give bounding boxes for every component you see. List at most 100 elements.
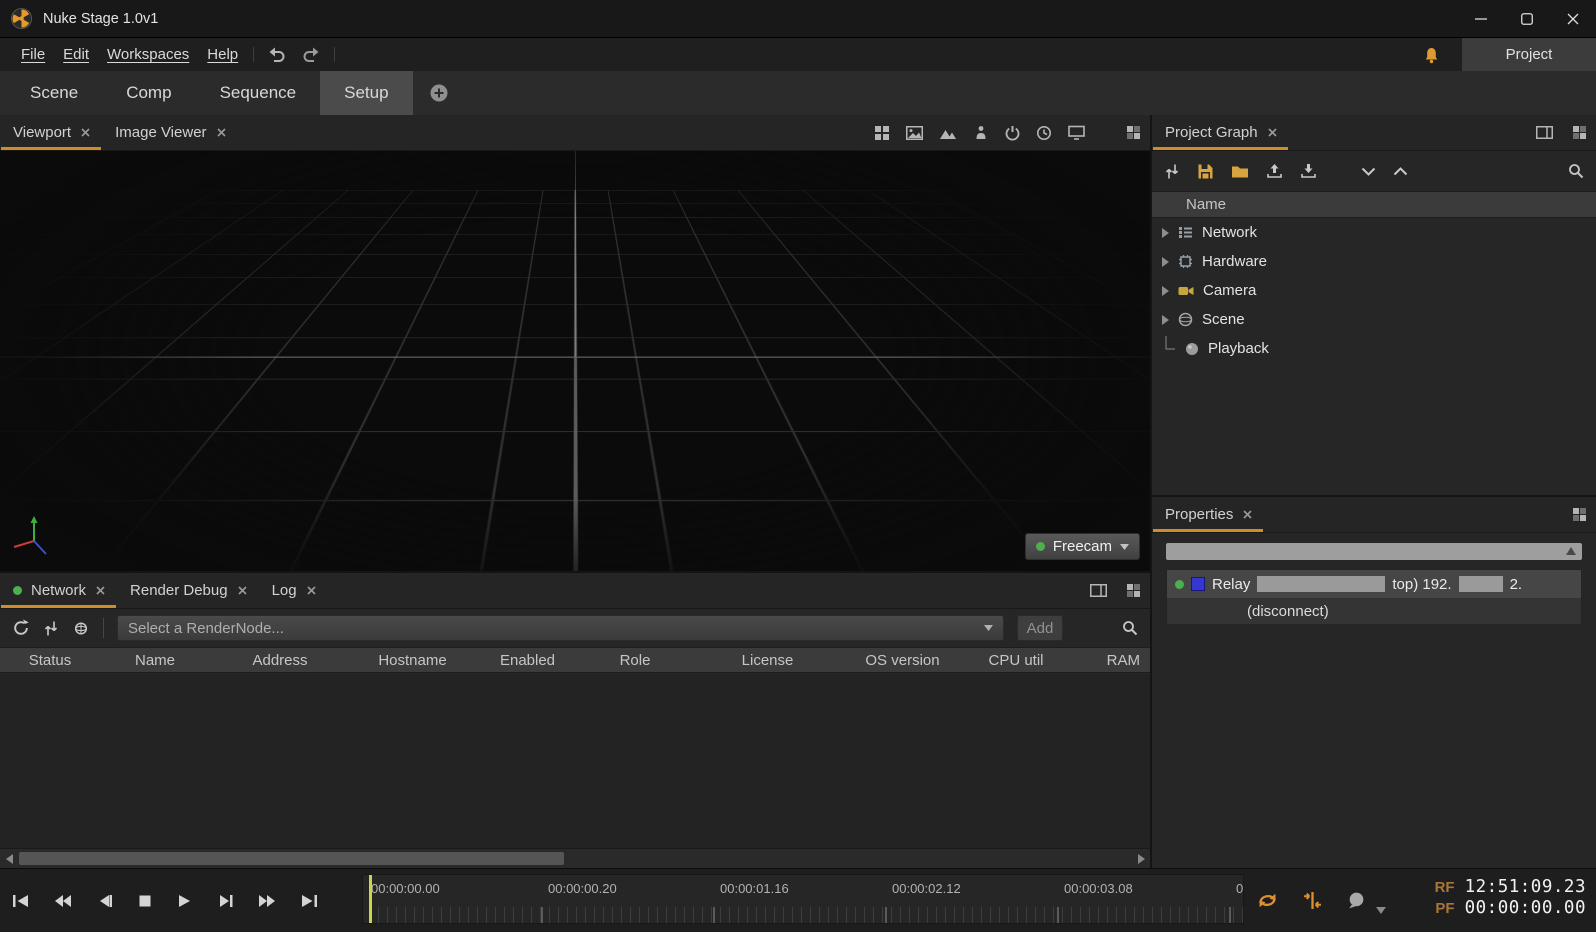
close-tab-icon[interactable]	[1267, 127, 1278, 138]
timeline-ruler[interactable]: 00:00:00.00 00:00:00.20 00:00:01.16 00:0…	[362, 874, 1244, 924]
camera-selector-dropdown[interactable]: Freecam	[1025, 533, 1140, 560]
menu-file[interactable]: File	[12, 46, 54, 63]
relay-header-row[interactable]: Relay top) 192. 2.	[1167, 570, 1581, 598]
environment-icon[interactable]	[939, 126, 957, 140]
column-header-ram[interactable]: RAM	[1072, 652, 1150, 669]
maximize-button[interactable]	[1504, 0, 1550, 37]
sync-loop-icon[interactable]	[1256, 891, 1279, 910]
power-icon[interactable]	[1005, 125, 1020, 141]
horizontal-scrollbar[interactable]	[0, 848, 1150, 868]
tree-row-hardware[interactable]: Hardware	[1152, 247, 1596, 276]
workspace-tab-setup[interactable]: Setup	[320, 71, 412, 115]
expander-icon[interactable]	[1162, 257, 1169, 267]
tab-image-viewer[interactable]: Image Viewer	[102, 115, 237, 150]
open-folder-icon[interactable]	[1231, 164, 1249, 179]
download-icon[interactable]	[1300, 163, 1317, 179]
column-header-hostname[interactable]: Hostname	[350, 652, 475, 669]
tab-network[interactable]: Network	[0, 573, 117, 608]
expander-icon[interactable]	[1162, 228, 1169, 238]
tab-log[interactable]: Log	[259, 573, 328, 608]
close-tab-icon[interactable]	[306, 585, 317, 596]
workspace-tab-comp[interactable]: Comp	[102, 71, 195, 115]
import-nodes-icon[interactable]	[43, 620, 59, 637]
go-to-start-button[interactable]	[12, 894, 30, 908]
search-icon[interactable]	[1122, 620, 1138, 636]
refresh-icon[interactable]	[12, 619, 30, 637]
playhead[interactable]	[369, 875, 372, 923]
panel-grid-icon[interactable]	[1127, 126, 1140, 139]
panel-grid-icon[interactable]	[1573, 126, 1586, 139]
image-icon[interactable]	[906, 126, 923, 140]
redo-button[interactable]	[294, 38, 328, 71]
relay-properties-item[interactable]: Relay top) 192. 2. (disconnect)	[1166, 569, 1582, 625]
align-playhead-icon[interactable]	[1303, 891, 1322, 910]
column-header-license[interactable]: License	[690, 652, 845, 669]
import-nodes-icon[interactable]	[1164, 163, 1180, 180]
scrollbar-thumb[interactable]	[19, 852, 564, 865]
expander-icon[interactable]	[1162, 286, 1169, 296]
tab-viewport[interactable]: Viewport	[0, 115, 102, 150]
tab-render-debug[interactable]: Render Debug	[117, 573, 259, 608]
collapse-down-icon[interactable]	[1361, 167, 1376, 176]
monitor-icon[interactable]	[1068, 125, 1085, 140]
panel-grid-icon[interactable]	[1127, 584, 1140, 597]
render-node-table-body[interactable]	[0, 674, 1150, 848]
collapse-up-icon[interactable]	[1393, 167, 1408, 176]
tree-row-scene[interactable]: Scene	[1152, 305, 1596, 334]
close-button[interactable]	[1550, 0, 1596, 37]
column-header-status[interactable]: Status	[0, 652, 100, 669]
column-header-cpu-util[interactable]: CPU util	[960, 652, 1072, 669]
layout-columns-icon[interactable]	[1536, 126, 1553, 139]
stop-button[interactable]	[138, 894, 152, 908]
tree-row-playback[interactable]: Playback	[1152, 334, 1596, 363]
search-icon[interactable]	[1568, 163, 1584, 179]
properties-scrollbar[interactable]	[1166, 543, 1582, 560]
menu-edit[interactable]: Edit	[54, 46, 98, 63]
scroll-right-button[interactable]	[1132, 849, 1150, 868]
go-to-end-button[interactable]	[300, 894, 318, 908]
add-workspace-button[interactable]	[413, 71, 465, 115]
workspace-tab-scene[interactable]: Scene	[6, 71, 102, 115]
scroll-left-button[interactable]	[0, 849, 18, 868]
column-header-enabled[interactable]: Enabled	[475, 652, 580, 669]
close-tab-icon[interactable]	[216, 127, 227, 138]
viewport-3d-canvas[interactable]: Freecam	[0, 151, 1150, 571]
play-button[interactable]	[176, 894, 192, 908]
layout-columns-icon[interactable]	[1090, 584, 1107, 597]
column-header-role[interactable]: Role	[580, 652, 690, 669]
menu-help[interactable]: Help	[198, 46, 247, 63]
expander-icon[interactable]	[1162, 315, 1169, 325]
close-tab-icon[interactable]	[237, 585, 248, 596]
column-header-address[interactable]: Address	[210, 652, 350, 669]
notification-bell-button[interactable]	[1417, 46, 1446, 64]
column-header-name[interactable]: Name	[100, 652, 210, 669]
tree-name-column-header[interactable]: Name	[1152, 191, 1596, 218]
globe-sync-icon[interactable]	[72, 620, 90, 637]
relay-color-swatch[interactable]	[1191, 577, 1205, 591]
clock-sync-icon[interactable]	[1036, 125, 1052, 141]
save-icon[interactable]	[1197, 163, 1214, 180]
close-tab-icon[interactable]	[1242, 509, 1253, 520]
layout-grid-icon[interactable]	[874, 125, 890, 141]
timeline-dropdown-caret[interactable]	[1376, 907, 1386, 914]
close-tab-icon[interactable]	[95, 585, 106, 596]
tab-project-graph[interactable]: Project Graph	[1152, 115, 1289, 150]
close-tab-icon[interactable]	[80, 127, 91, 138]
step-back-button[interactable]	[96, 894, 114, 908]
project-button[interactable]: Project	[1462, 38, 1596, 71]
menu-workspaces[interactable]: Workspaces	[98, 46, 198, 63]
step-forward-button[interactable]	[216, 894, 234, 908]
undo-button[interactable]	[260, 38, 294, 71]
minimize-button[interactable]	[1458, 0, 1504, 37]
workspace-tab-sequence[interactable]: Sequence	[196, 71, 321, 115]
tab-properties[interactable]: Properties	[1152, 497, 1264, 532]
render-node-select[interactable]: Select a RenderNode...	[117, 615, 1004, 641]
rewind-button[interactable]	[54, 894, 72, 908]
panel-grid-icon[interactable]	[1573, 508, 1586, 521]
comment-icon[interactable]	[1346, 891, 1367, 910]
upload-icon[interactable]	[1266, 163, 1283, 179]
tree-row-network[interactable]: Network	[1152, 218, 1596, 247]
tree-row-camera[interactable]: Camera	[1152, 276, 1596, 305]
fast-forward-button[interactable]	[258, 894, 276, 908]
add-render-node-button[interactable]: Add	[1017, 615, 1063, 641]
